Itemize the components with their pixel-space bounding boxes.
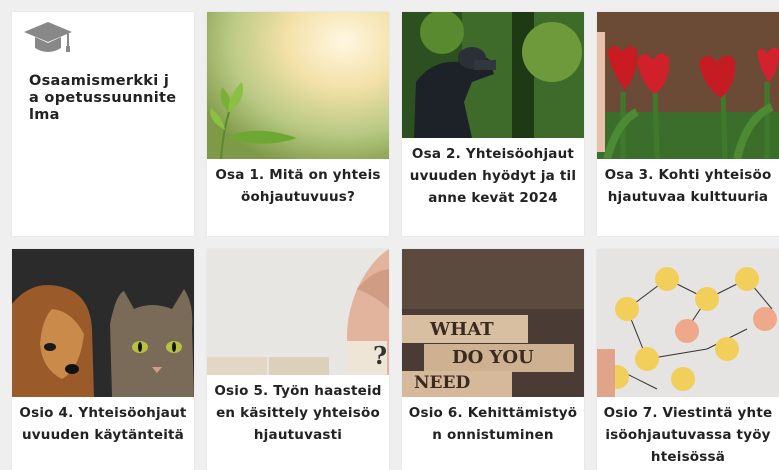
dog-and-cat-image [12, 249, 194, 397]
block-text-what: WHAT [430, 319, 494, 340]
card-title: Osio 7. Viestintä yhteisöohjautuvassa ty… [603, 405, 773, 465]
card-title: Osio 5. Työn haasteiden käsittely yhteis… [214, 383, 382, 443]
card-title: Osio 4. Yhteisöohjautuvuuden käytänteitä [19, 405, 187, 443]
question-mark-glyph: ? [373, 341, 388, 370]
course-card-section-4[interactable]: Osio 4. Yhteisöohjautuvuuden käytänteitä [12, 249, 194, 470]
communication-network-image [597, 249, 779, 397]
course-card-curriculum[interactable]: Osaamismerkki ja opetussuunnitelma [12, 12, 194, 236]
course-card-part-1[interactable]: Osa 1. Mitä on yhteisöohjautuvuus? [207, 12, 389, 236]
card-title: Osa 1. Mitä on yhteisöohjautuvuus? [215, 167, 381, 205]
question-blocks-image: ? [207, 249, 389, 375]
course-card-section-6[interactable]: WHAT DO YOU NEED Osio 6. Kehittämistyön … [402, 249, 584, 470]
course-card-part-2[interactable]: Osa 2. Yhteisöohjautuvuuden hyödyt ja ti… [402, 12, 584, 236]
plant-sunlight-image [207, 12, 389, 159]
card-title: Osa 3. Kohti yhteisöohjautuvaa kulttuuri… [604, 167, 772, 205]
card-title: Osa 2. Yhteisöohjautuvuuden hyödyt ja ti… [409, 146, 577, 206]
binoculars-statue-image [402, 12, 584, 138]
graduation-cap-icon [22, 20, 74, 58]
what-do-you-need-blocks-image: WHAT DO YOU NEED [402, 249, 584, 397]
course-card-section-7[interactable]: Osio 7. Viestintä yhteisöohjautuvassa ty… [597, 249, 779, 470]
card-title: Osio 6. Kehittämistyön onnistuminen [408, 405, 578, 443]
block-text-need: NEED [414, 373, 471, 393]
block-text-do-you: DO YOU [452, 347, 534, 368]
course-card-section-5[interactable]: ? Osio 5. Työn haasteiden käsittely yhte… [207, 249, 389, 470]
course-card-part-3[interactable]: Osa 3. Kohti yhteisöohjautuvaa kulttuuri… [597, 12, 779, 236]
red-tulips-image [597, 12, 779, 159]
card-title: Osaamismerkki ja opetussuunnitelma [29, 73, 177, 123]
course-grid: Osaamismerkki ja opetussuunnitelma Osa 1… [0, 0, 779, 470]
